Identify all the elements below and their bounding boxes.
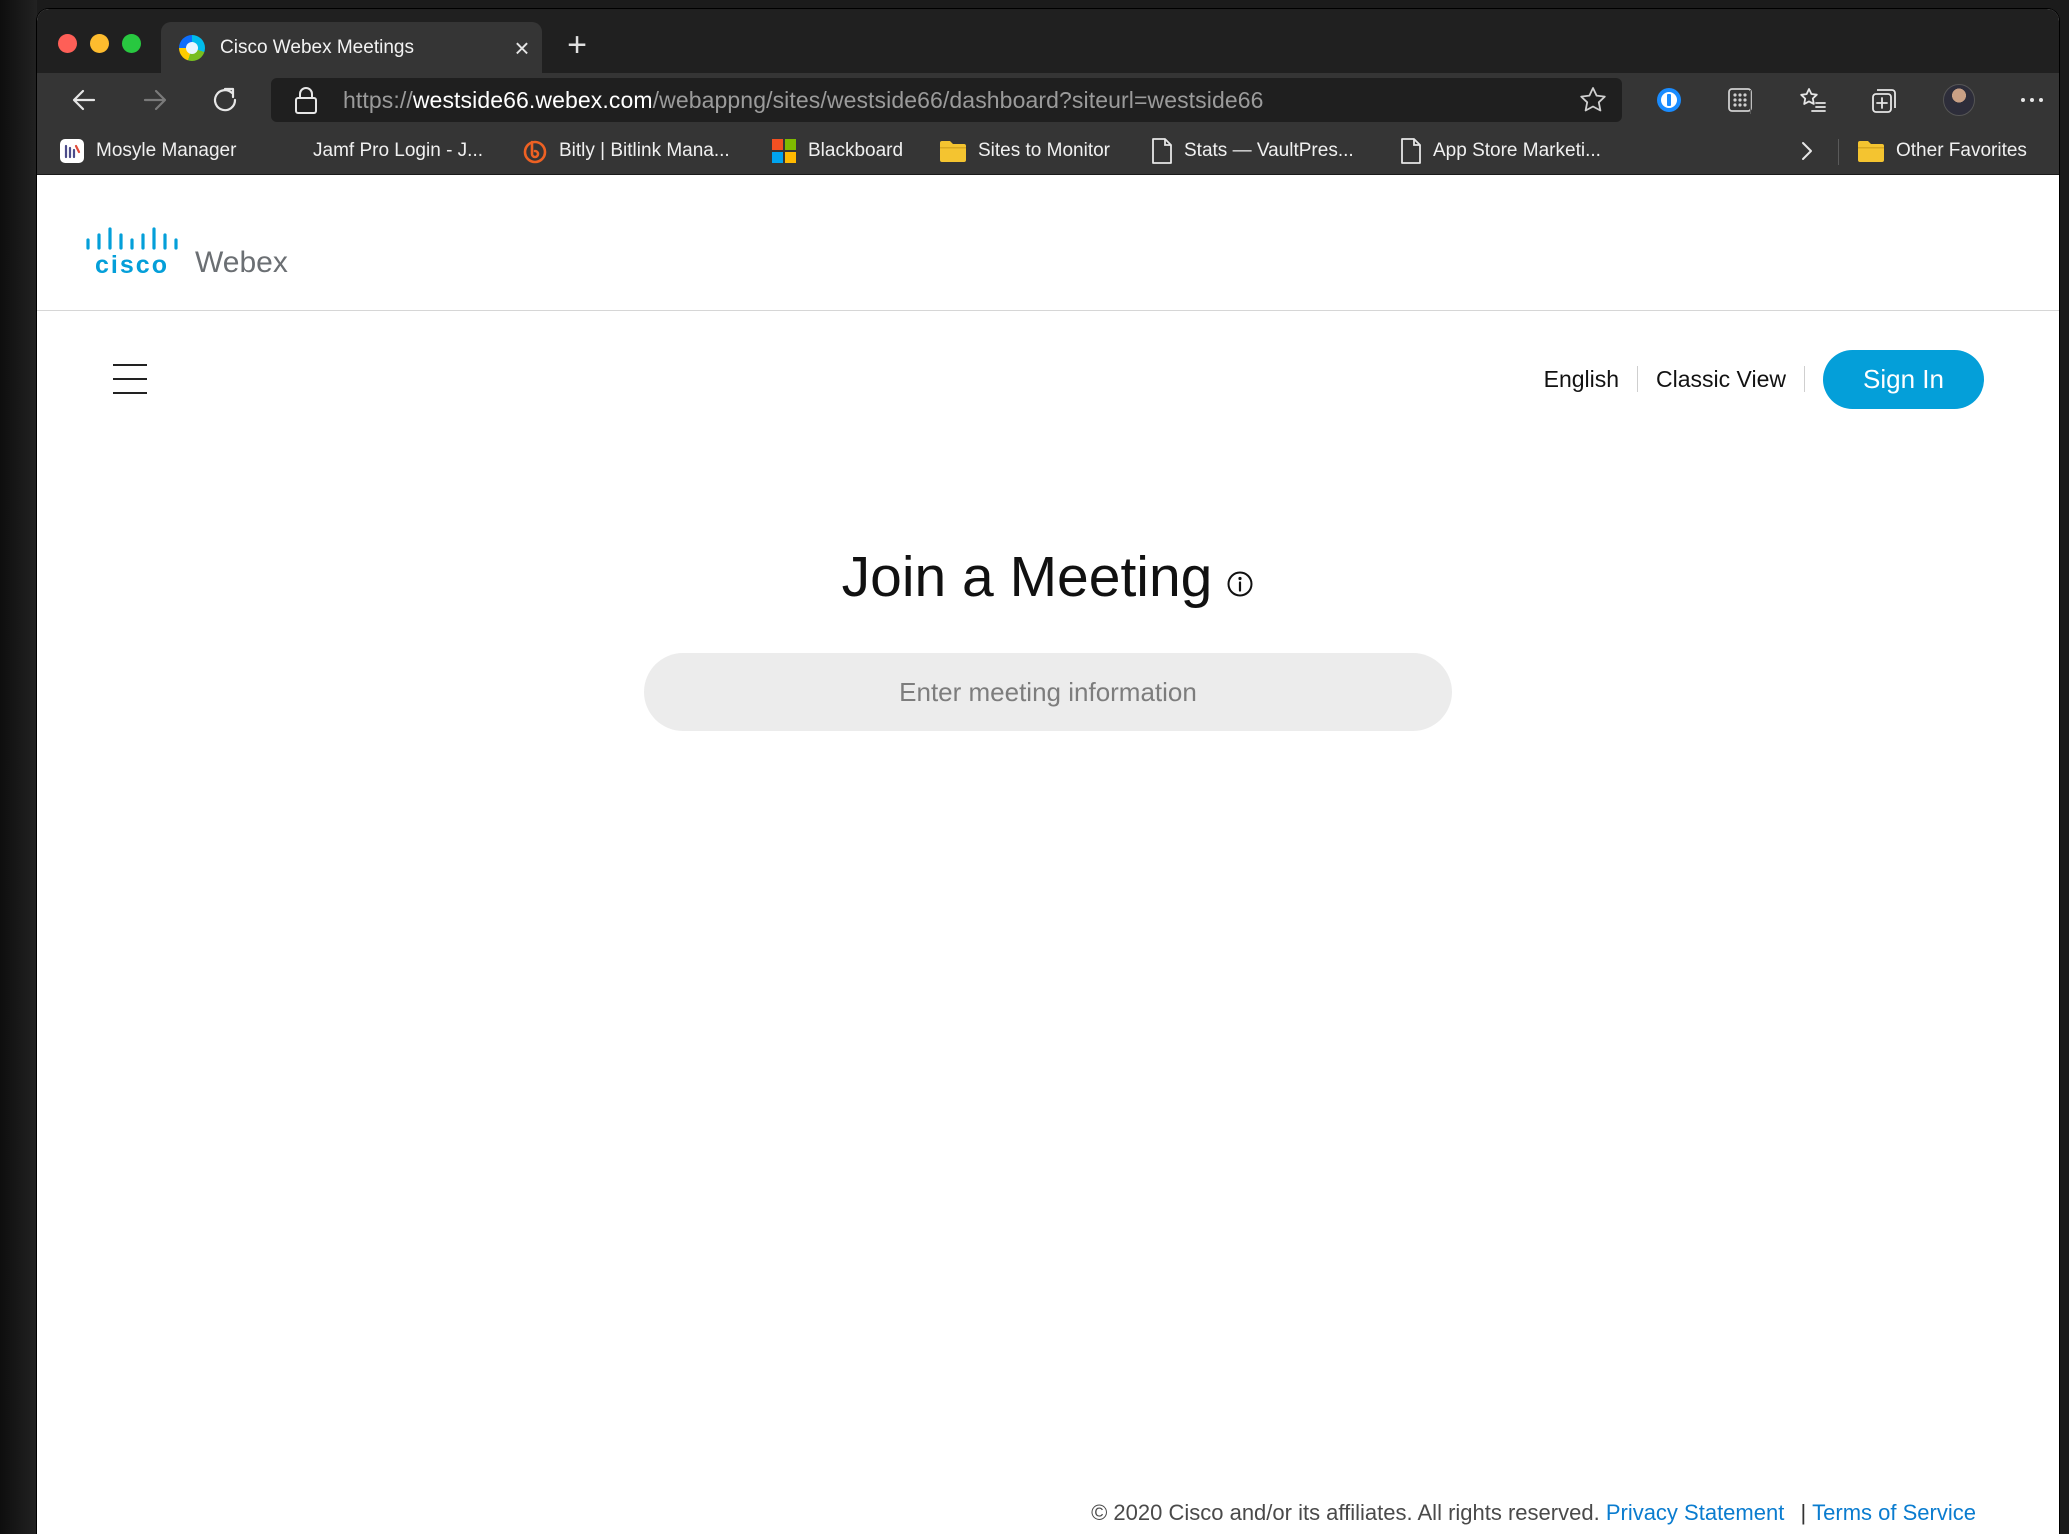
collections-icon (1872, 89, 1896, 113)
cisco-webex-logo[interactable]: cisco Webex (84, 227, 288, 278)
favorites-button[interactable] (1795, 82, 1831, 118)
classic-view-link[interactable]: Classic View (1656, 366, 1786, 393)
reload-icon (213, 87, 237, 112)
bookmark-stats-vaultpress[interactable]: Stats — VaultPres... (1151, 127, 1354, 175)
bookmark-jamf-pro[interactable]: Jamf Pro Login - J... (313, 127, 483, 175)
star-icon (1580, 87, 1606, 112)
sign-in-button[interactable]: Sign In (1823, 349, 1984, 409)
site-header: cisco Webex (37, 189, 2059, 311)
avatar (1943, 84, 1975, 116)
browser-window: Cisco Webex Meetings × + https://westsid… (37, 9, 2059, 1534)
settings-more-button[interactable] (2014, 82, 2050, 118)
meeting-info-input[interactable] (644, 653, 1452, 731)
close-window-button[interactable] (58, 34, 77, 53)
copyright-text: © 2020 Cisco and/or its affiliates. All … (1091, 1500, 1600, 1525)
collections-button[interactable] (1866, 82, 1902, 118)
page-icon (1400, 137, 1422, 165)
url-text[interactable]: https://westside66.webex.com/webappng/si… (343, 87, 1264, 114)
lock-icon[interactable] (293, 85, 319, 115)
nav-divider (1637, 366, 1639, 392)
onepassword-icon (1657, 88, 1681, 112)
bookmark-other-favorites[interactable]: Other Favorites (1857, 127, 2027, 175)
more-bookmarks-button[interactable] (1797, 127, 1817, 175)
bookmark-sites-to-monitor[interactable]: Sites to Monitor (939, 127, 1110, 175)
bookmark-bitly[interactable]: Bitly | Bitlink Mana... (522, 127, 730, 175)
toolbar-divider (1750, 90, 1751, 114)
folder-icon (939, 139, 967, 163)
add-favorite-button[interactable] (1578, 85, 1608, 120)
tab-close-icon[interactable]: × (502, 35, 542, 61)
favorites-list-icon (1800, 88, 1826, 112)
cisco-bars-icon (86, 227, 178, 250)
webex-favicon-icon (179, 34, 205, 61)
password-manager-extension[interactable] (1651, 82, 1687, 118)
tab-webex-meetings[interactable]: Cisco Webex Meetings × (161, 22, 542, 73)
footer: © 2020 Cisco and/or its affiliates. All … (1091, 1500, 1976, 1534)
back-arrow-icon (72, 89, 96, 111)
favorites-bar: Mosyle Manager Jamf Pro Login - J... Bit… (37, 127, 2059, 175)
navigation-toolbar: https://westside66.webex.com/webappng/si… (37, 73, 2059, 127)
desktop-background (0, 0, 37, 1534)
terms-of-service-link[interactable]: Terms of Service (1812, 1500, 1976, 1525)
mosyle-icon (59, 138, 85, 164)
header-nav: English Classic View Sign In (1544, 349, 1984, 409)
zoom-window-button[interactable] (122, 34, 141, 53)
page-icon (1151, 137, 1173, 165)
join-meeting-heading: Join a Meeting (37, 544, 2059, 614)
folder-icon (1857, 139, 1885, 163)
bookmarks-divider (1838, 139, 1839, 165)
microsoft-icon (771, 138, 797, 164)
chevron-right-icon (1802, 142, 1812, 160)
profile-button[interactable] (1941, 82, 1977, 118)
webpage: cisco Webex English Classic View Sign In… (37, 189, 2059, 1534)
footer-divider: | (1800, 1500, 1807, 1525)
cisco-wordmark: cisco (95, 251, 169, 279)
minimize-window-button[interactable] (90, 34, 109, 53)
address-bar[interactable]: https://westside66.webex.com/webappng/si… (271, 78, 1622, 122)
nav-divider (1804, 366, 1805, 392)
forward-arrow-icon (143, 89, 167, 111)
hamburger-menu-icon[interactable] (113, 364, 147, 394)
bookmark-blackboard[interactable]: Blackboard (771, 127, 903, 175)
tab-title: Cisco Webex Meetings (220, 36, 414, 58)
apps-extension[interactable] (1722, 82, 1758, 118)
bitly-icon (522, 138, 548, 164)
page-title: Join a Meeting (841, 545, 1213, 609)
back-button[interactable] (64, 80, 104, 120)
bookmark-mosyle-manager[interactable]: Mosyle Manager (59, 127, 236, 175)
more-dots-icon (2021, 98, 2043, 102)
privacy-statement-link[interactable]: Privacy Statement (1606, 1500, 1785, 1525)
new-tab-button[interactable]: + (559, 28, 595, 65)
reload-button[interactable] (205, 80, 245, 120)
info-icon[interactable] (1226, 546, 1254, 612)
bookmark-app-store-marketing[interactable]: App Store Marketi... (1400, 127, 1601, 175)
language-selector[interactable]: English (1544, 366, 1619, 393)
webex-wordmark: Webex (195, 246, 288, 279)
title-bar: Cisco Webex Meetings × + (37, 9, 2059, 73)
forward-button[interactable] (135, 80, 175, 120)
